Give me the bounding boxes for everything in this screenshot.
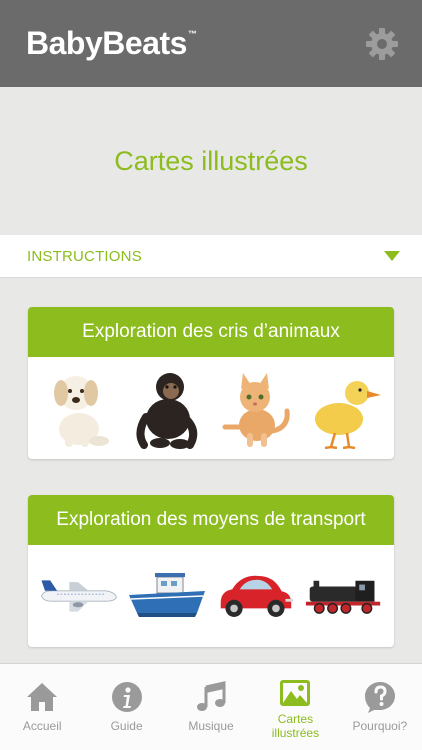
app-header: BabyBeats ™ [0,0,422,87]
music-note-icon [195,680,227,714]
tab-accueil[interactable]: Accueil [0,664,84,750]
train-image [304,554,384,638]
tab-guide[interactable]: Guide [84,664,168,750]
picture-icon [279,676,311,710]
car-image [215,554,295,638]
card-animal-sounds[interactable]: Exploration des cris d’animaux [28,307,394,459]
chimpanzee-image [127,366,207,450]
tab-bar: Accueil Guide Musique Cartes illustrées … [0,663,422,750]
home-icon [26,680,58,714]
chevron-down-icon [384,251,400,261]
page-title: Cartes illustrées [114,145,308,176]
tab-label: Pourquoi? [352,719,408,733]
boat-image [127,554,207,638]
tab-label: Accueil [22,719,62,733]
duckling-image [304,366,384,450]
card-title: Exploration des moyens de transport [28,495,394,545]
tab-musique[interactable]: Musique [169,664,253,750]
puppy-image [38,366,118,450]
info-icon [111,680,143,714]
card-images [28,357,394,459]
kitten-image [215,366,295,450]
card-images [28,545,394,647]
airplane-image [38,554,118,638]
instructions-toggle[interactable]: INSTRUCTIONS [0,235,422,278]
logo-trademark: ™ [187,29,197,39]
app-logo: BabyBeats ™ [26,25,197,62]
card-title: Exploration des cris d’animaux [28,307,394,357]
card-transport[interactable]: Exploration des moyens de transport [28,495,394,647]
title-band: Cartes illustrées [0,87,422,235]
tab-label: Musique [188,719,234,733]
tab-pourquoi[interactable]: Pourquoi? [338,664,422,750]
tab-label: Cartes illustrées [271,712,320,740]
settings-gear-icon[interactable] [364,26,400,62]
question-bubble-icon [364,680,396,714]
logo-text: BabyBeats [26,25,187,61]
tab-label: Guide [110,719,143,733]
tab-cartes-illustrees[interactable]: Cartes illustrées [253,664,337,750]
instructions-label: INSTRUCTIONS [27,247,142,265]
